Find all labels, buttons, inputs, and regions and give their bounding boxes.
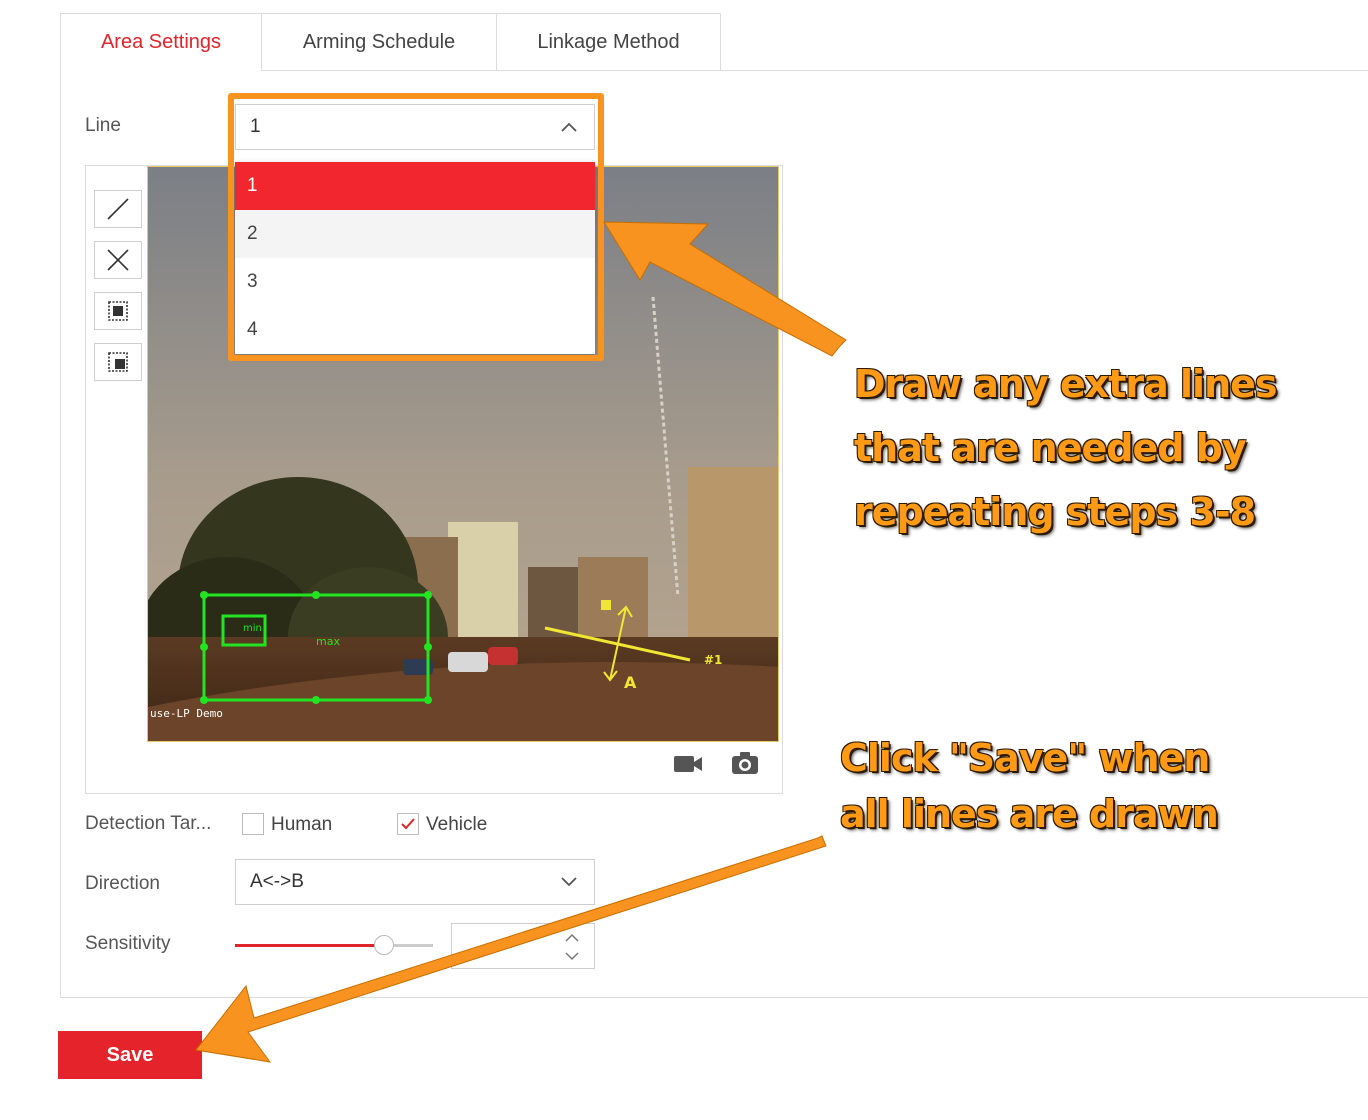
tab-linkage-method[interactable]: Linkage Method xyxy=(496,13,721,71)
callout-line: Click "Save" when xyxy=(840,736,1210,780)
callout-line: that are needed by xyxy=(854,426,1247,470)
camera-icon[interactable] xyxy=(730,750,760,776)
line-label: Line xyxy=(85,115,121,136)
min-label: min xyxy=(243,623,262,634)
sensitivity-slider-fill xyxy=(235,944,384,947)
direction-marker: A xyxy=(624,673,637,692)
callout-line: all lines are drawn xyxy=(840,792,1219,836)
human-checkbox[interactable] xyxy=(242,813,264,835)
check-icon xyxy=(401,818,415,830)
direction-label: Direction xyxy=(85,873,160,894)
sensitivity-label: Sensitivity xyxy=(85,933,171,954)
video-camera-icon[interactable] xyxy=(672,752,704,776)
direction-select-value: A<->B xyxy=(250,871,304,892)
tab-label: Arming Schedule xyxy=(302,30,456,53)
human-label: Human xyxy=(271,814,333,835)
callout-click-save: Click "Save" when all lines are drawn xyxy=(840,730,1219,842)
max-size-button[interactable] xyxy=(94,343,142,381)
spinner-arrows-icon[interactable] xyxy=(564,932,580,962)
clear-button[interactable] xyxy=(94,241,142,279)
save-button[interactable]: Save xyxy=(58,1031,202,1079)
callout-extra-lines: Draw any extra lines that are needed by … xyxy=(854,352,1278,544)
callout-line: Draw any extra lines xyxy=(854,362,1278,406)
clear-icon xyxy=(107,249,129,271)
sensitivity-slider-handle[interactable] xyxy=(373,935,394,955)
chevron-down-icon xyxy=(561,877,577,887)
max-size-icon xyxy=(108,352,128,372)
tab-arming-schedule[interactable]: Arming Schedule xyxy=(261,13,497,71)
tab-label: Linkage Method xyxy=(537,30,680,53)
draw-line-button[interactable] xyxy=(94,190,142,228)
vehicle-label: Vehicle xyxy=(426,814,488,835)
callout-line: repeating steps 3-8 xyxy=(854,490,1256,534)
tab-label: Area Settings xyxy=(100,30,222,53)
line-tag: #1 xyxy=(704,653,722,667)
sensitivity-input[interactable] xyxy=(451,923,595,969)
tab-area-settings[interactable]: Area Settings xyxy=(60,13,262,71)
highlight-box xyxy=(228,93,604,361)
sensitivity-slider-track[interactable] xyxy=(235,935,433,955)
draw-line-icon xyxy=(107,198,129,220)
direction-select[interactable]: A<->B xyxy=(235,859,595,905)
max-label: max xyxy=(316,635,340,648)
min-size-button[interactable] xyxy=(94,292,142,330)
min-size-icon xyxy=(108,301,128,321)
osd-text: use-LP Demo xyxy=(150,707,223,720)
detection-target-label: Detection Tar... xyxy=(85,813,212,834)
vehicle-checkbox[interactable] xyxy=(397,813,419,835)
